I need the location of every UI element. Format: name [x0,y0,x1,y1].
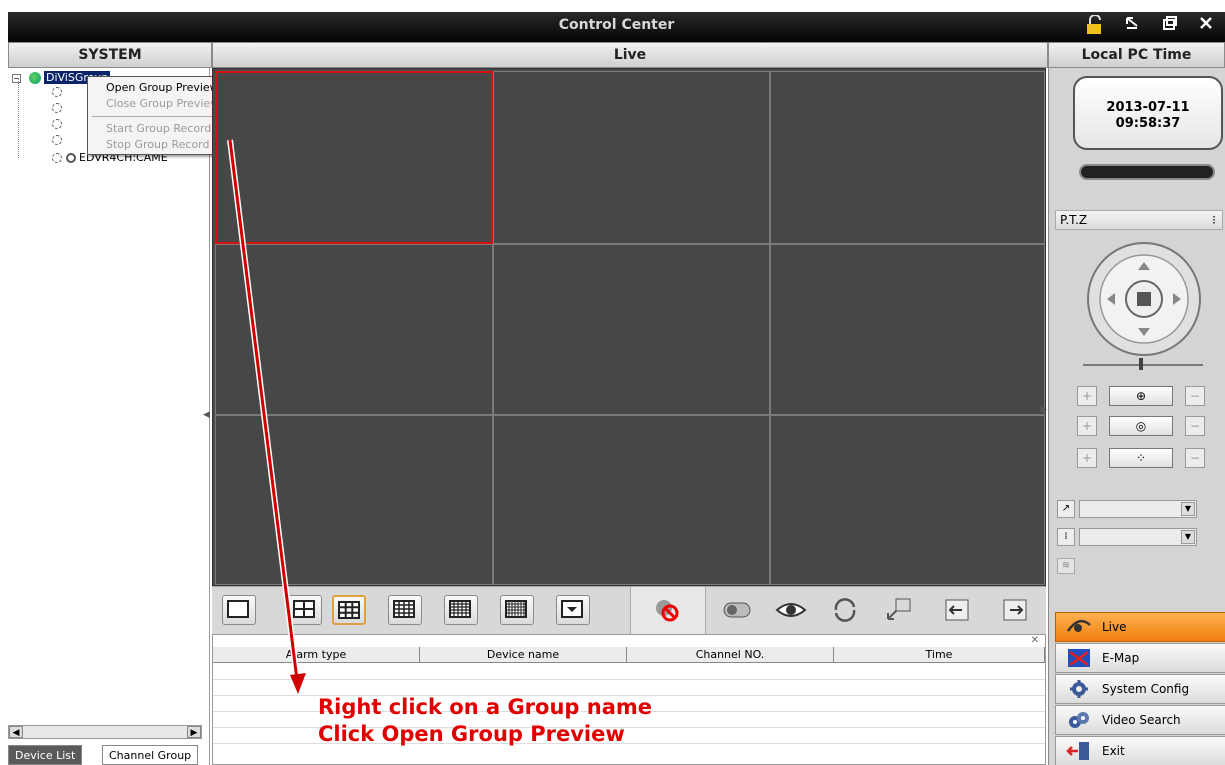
ptz-speed-thumb[interactable] [1139,358,1143,370]
zoom-out-button[interactable]: − [1185,386,1205,406]
ptz-menu-icon[interactable]: ⁝ [1212,211,1216,229]
control-center-window: Control Center SYSTEM Live Local PC Time… [0,0,1225,765]
ptz-label: P.T.Z [1060,213,1088,227]
focus-row: + ◎ − [1077,416,1217,436]
live-icon [1066,617,1092,637]
chevron-down-icon[interactable]: ▼ [1181,530,1195,544]
iris-icon[interactable]: ⁘ [1109,448,1173,468]
nav-exit[interactable]: Exit [1055,736,1225,765]
nav-exit-label: Exit [1102,744,1125,758]
nav-live-label: Live [1102,620,1127,634]
video-search-icon [1066,710,1092,730]
cruise-dropdown[interactable]: ▼ [1079,528,1197,546]
ptz-header[interactable]: P.T.Z ⁝ [1055,210,1223,230]
cruise-icon[interactable]: ⁞ [1057,528,1075,546]
track-icon[interactable]: ≋ [1057,558,1075,574]
status-pill [1079,164,1215,180]
focus-far-button[interactable]: − [1185,416,1205,436]
annotation-line-1: Right click on a Group name [318,695,653,719]
iris-row: + ⁘ − [1077,448,1217,468]
ptz-speed-slider[interactable] [1083,364,1203,366]
nav-system-config[interactable]: System Config [1055,674,1225,704]
focus-icon[interactable]: ◎ [1109,416,1173,436]
chevron-down-icon[interactable]: ▼ [1181,502,1195,516]
nav-e-map-label: E-Map [1102,651,1140,665]
nav-video-search[interactable]: Video Search [1055,705,1225,735]
right-control-panel: 2013-07-11 09:58:37 P.T.Z ⁝ + ⊕ − + ◎ − … [1048,68,1225,765]
focus-near-button[interactable]: + [1077,416,1097,436]
annotation-line-2: Click Open Group Preview [318,722,625,746]
nav-video-search-label: Video Search [1102,713,1181,727]
clock-time: 09:58:37 [1115,116,1181,131]
clock-date: 2013-07-11 [1106,100,1190,115]
iris-close-button[interactable]: − [1185,448,1205,468]
nav-e-map[interactable]: E-Map [1055,643,1225,673]
zoom-in-button[interactable]: + [1077,386,1097,406]
exit-icon [1066,741,1092,761]
clock-display: 2013-07-11 09:58:37 [1073,76,1223,150]
zoom-icon[interactable]: ⊕ [1109,386,1173,406]
iris-open-button[interactable]: + [1077,448,1097,468]
preset-dropdown[interactable]: ▼ [1079,500,1197,518]
ptz-joystick[interactable] [1085,240,1203,358]
instruction-annotation: Right click on a Group name Click Open G… [318,694,652,748]
emap-icon [1066,648,1092,668]
nav-live[interactable]: Live [1055,612,1225,642]
annotation-arrow [227,139,306,694]
preset-icon[interactable]: ↗ [1057,500,1075,518]
zoom-row: + ⊕ − [1077,386,1217,406]
nav-system-config-label: System Config [1102,682,1190,696]
gear-icon [1066,679,1092,699]
